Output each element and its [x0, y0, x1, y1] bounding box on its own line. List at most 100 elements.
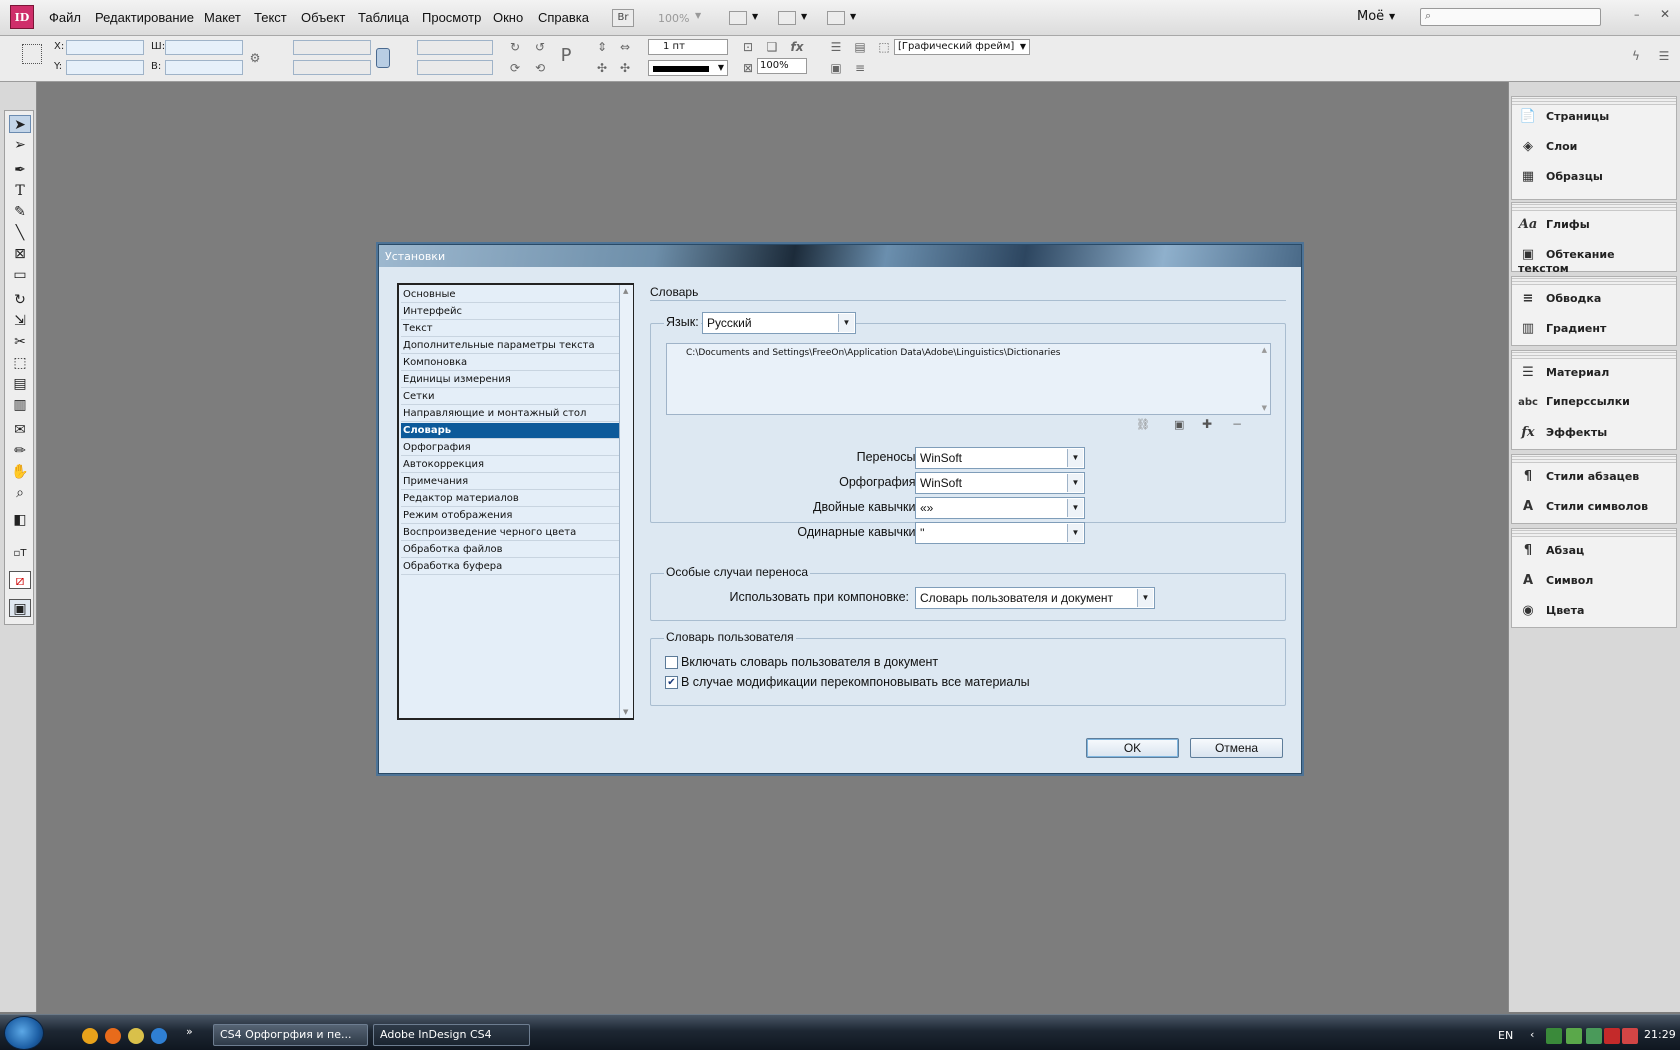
shear-field[interactable]	[417, 60, 493, 75]
scale-tool-icon[interactable]: ⇲	[9, 312, 31, 330]
menu-view[interactable]: Просмотр	[422, 10, 481, 25]
select-content-icon[interactable]: ⇔	[617, 39, 633, 55]
tray-network-icon[interactable]	[1566, 1028, 1582, 1044]
language-indicator[interactable]: EN	[1498, 1029, 1513, 1042]
panel-story[interactable]: ☰ Материал	[1518, 365, 1668, 387]
flip-horizontal-icon[interactable]: ⟳	[507, 60, 523, 76]
select-previous-icon[interactable]: ✣	[594, 60, 610, 76]
panel-paragraph[interactable]: ¶ Абзац	[1518, 543, 1668, 565]
reference-point-icon[interactable]	[22, 44, 42, 64]
menu-object[interactable]: Объект	[301, 10, 345, 25]
rotation-field[interactable]	[417, 40, 493, 55]
menu-help[interactable]: Справка	[538, 10, 589, 25]
relink-dictionary-icon[interactable]: ⛓	[1136, 418, 1150, 431]
panel-character-styles[interactable]: A Стили символов	[1518, 499, 1668, 521]
drop-shadow-icon[interactable]: ❑	[764, 39, 780, 55]
panel-layers[interactable]: ◈ Слои	[1518, 139, 1668, 161]
category-item[interactable]: Направляющие и монтажный стол	[401, 406, 619, 422]
stroke-weight-field[interactable]: 1 пт	[648, 39, 728, 55]
ok-button[interactable]: OK	[1086, 738, 1179, 758]
panel-gradient[interactable]: ▥ Градиент	[1518, 321, 1668, 343]
direct-selection-tool-icon[interactable]: ➢	[9, 136, 31, 154]
new-dictionary-icon[interactable]: ▣	[1174, 418, 1184, 431]
rectangle-tool-icon[interactable]: ▭	[9, 266, 31, 284]
double-quotes-select[interactable]: «» ▼	[915, 497, 1085, 519]
remove-dictionary-icon[interactable]: −	[1232, 417, 1242, 431]
close-button[interactable]: ✕	[1660, 7, 1670, 21]
panel-pages[interactable]: 📄 Страницы	[1518, 109, 1668, 131]
category-item[interactable]: Основные	[401, 287, 619, 303]
category-item[interactable]: Компоновка	[401, 355, 619, 371]
dictionary-list[interactable]: C:\Documents and Settings\FreeOn\Applica…	[666, 343, 1271, 415]
menu-layout[interactable]: Макет	[204, 10, 241, 25]
tray-expand-icon[interactable]: ‹	[1530, 1028, 1534, 1041]
eyedropper-tool-icon[interactable]: ✏	[9, 442, 31, 460]
taskbar-task-browser[interactable]: CS4 Орфогрфия и пе...	[213, 1024, 368, 1046]
category-item[interactable]: Режим отображения	[401, 508, 619, 524]
merge-user-dictionary-checkbox[interactable]	[665, 656, 678, 669]
arrange-documents-icon[interactable]	[827, 11, 845, 25]
scale-x-field[interactable]	[293, 40, 371, 55]
panel-menu-icon[interactable]: ☰	[1656, 48, 1672, 64]
tray-app-icon[interactable]	[1546, 1028, 1562, 1044]
category-item[interactable]: Словарь	[401, 423, 619, 439]
panel-character[interactable]: A Символ	[1518, 573, 1668, 595]
gradient-feather-tool-icon[interactable]: ▥	[9, 396, 31, 414]
ie-icon[interactable]	[151, 1028, 167, 1044]
type-tool-icon[interactable]: T	[9, 182, 31, 200]
tray-utility-icon[interactable]	[1586, 1028, 1602, 1044]
category-item[interactable]: Автокоррекция	[401, 457, 619, 473]
height-field[interactable]	[165, 60, 243, 75]
category-item[interactable]: Сетки	[401, 389, 619, 405]
firefox-icon[interactable]	[105, 1028, 121, 1044]
aimp-icon[interactable]	[82, 1028, 98, 1044]
menu-window[interactable]: Окно	[493, 10, 523, 25]
search-input[interactable]: ⌕	[1420, 8, 1601, 26]
align-options-icon[interactable]: ▤	[852, 39, 868, 55]
flip-vertical-icon[interactable]: ⟲	[532, 60, 548, 76]
panel-color[interactable]: ◉ Цвета	[1518, 603, 1668, 625]
category-item[interactable]: Дополнительные параметры текста	[401, 338, 619, 354]
zoom-level[interactable]: 100%	[658, 12, 689, 25]
category-item[interactable]: Редактор материалов	[401, 491, 619, 507]
screen-mode-tool-icon[interactable]: ▣	[9, 599, 31, 617]
bridge-button[interactable]: Br	[612, 9, 634, 27]
category-item[interactable]: Обработка буфера	[401, 559, 619, 575]
single-quotes-select[interactable]: '' ▼	[915, 522, 1085, 544]
rectangle-frame-tool-icon[interactable]: ⊠	[9, 245, 31, 263]
object-style-select[interactable]: [Графический фрейм] ▼	[894, 39, 1030, 55]
panel-glyphs[interactable]: Aa Глифы	[1518, 217, 1668, 239]
fitting-icon[interactable]: ⊡	[740, 39, 756, 55]
select-next-icon[interactable]: ✣	[617, 60, 633, 76]
x-field[interactable]	[66, 40, 144, 55]
fill-stroke-icon[interactable]: ◧	[9, 511, 31, 535]
pencil-tool-icon[interactable]: ✎	[9, 203, 31, 221]
scroll-up-icon[interactable]: ▲	[623, 287, 628, 295]
y-field[interactable]	[66, 60, 144, 75]
category-item[interactable]: Обработка файлов	[401, 542, 619, 558]
spelling-select[interactable]: WinSoft ▼	[915, 472, 1085, 494]
quicklaunch-expand-icon[interactable]: »	[186, 1025, 193, 1038]
rotate-ccw-icon[interactable]: ↺	[532, 39, 548, 55]
panel-swatches[interactable]: ▦ Образцы	[1518, 169, 1668, 191]
apply-none-icon[interactable]: ⧄	[9, 571, 31, 589]
pen-tool-icon[interactable]: ✒	[9, 161, 31, 179]
menu-edit[interactable]: Редактирование	[95, 10, 194, 25]
recompose-stories-checkbox[interactable]: ✔	[665, 676, 678, 689]
constrain-proportions-icon[interactable]: ⚙	[247, 50, 263, 66]
scroll-down-icon[interactable]: ▼	[623, 708, 628, 716]
tray-antivirus-icon[interactable]	[1604, 1028, 1620, 1044]
category-item[interactable]: Единицы измерения	[401, 372, 619, 388]
scale-percent-field[interactable]: 100%	[757, 58, 807, 74]
scissors-tool-icon[interactable]: ✂	[9, 333, 31, 351]
text-frame-options-icon[interactable]: ☰	[828, 39, 844, 55]
zoom-tool-icon[interactable]: ⌕	[9, 484, 31, 502]
category-scrollbar[interactable]: ▲ ▼	[619, 285, 633, 718]
cancel-button[interactable]: Отмена	[1190, 738, 1283, 758]
menu-file[interactable]: Файл	[49, 10, 81, 25]
tray-security-icon[interactable]	[1622, 1028, 1638, 1044]
stroke-type-select[interactable]: ▼	[648, 60, 728, 76]
hand-tool-icon[interactable]: ✋	[9, 463, 31, 481]
workspace-switcher[interactable]: Моё	[1357, 9, 1384, 24]
fx-icon[interactable]: fx	[789, 39, 805, 55]
